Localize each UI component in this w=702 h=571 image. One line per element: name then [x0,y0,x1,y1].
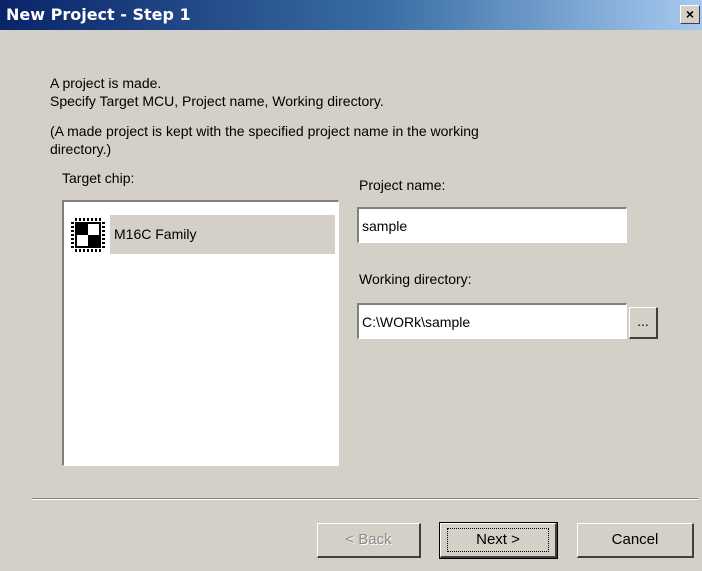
project-name-input[interactable] [357,207,627,243]
close-icon: × [685,6,695,22]
dialog-title: New Project - Step 1 [6,5,191,24]
note-line-1: (A made project is kept with the specifi… [50,123,479,139]
target-chip-label: Target chip: [62,170,135,186]
list-item-label: M16C Family [110,215,335,254]
cancel-button[interactable]: Cancel [577,523,694,558]
new-project-dialog: New Project - Step 1 × A project is made… [0,0,702,571]
divider [32,498,698,500]
next-button[interactable]: Next > [439,522,558,559]
focus-rectangle [447,528,549,552]
note-line-2: directory.) [50,141,112,157]
intro-line-2: Specify Target MCU, Project name, Workin… [50,93,384,109]
intro-line-1: A project is made. [50,75,162,91]
list-item-m16c-family[interactable]: M16C Family [66,211,337,258]
browse-button[interactable]: ... [629,307,658,339]
target-chip-list[interactable]: M16C Family [62,200,339,466]
working-directory-input[interactable] [357,303,627,339]
title-bar[interactable]: New Project - Step 1 × [0,0,702,30]
project-name-label: Project name: [359,177,446,193]
working-directory-label: Working directory: [359,271,472,287]
back-button[interactable]: < Back [317,523,421,558]
chip-icon [70,217,106,253]
close-button[interactable]: × [680,5,700,24]
